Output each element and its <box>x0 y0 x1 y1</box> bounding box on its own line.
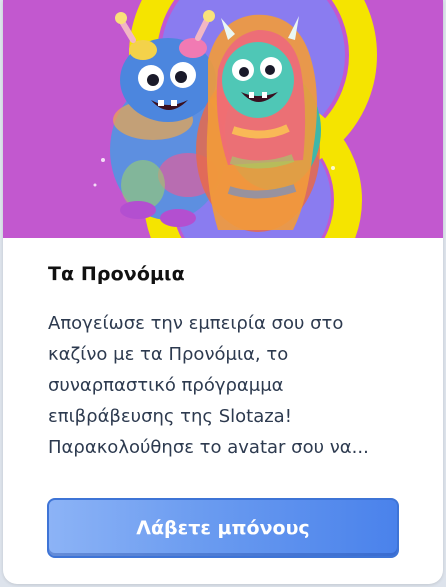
card-title: Τα Προνόμια <box>48 263 185 285</box>
get-bonus-button[interactable]: Λάβετε μπόνους <box>47 498 399 558</box>
hero-image <box>3 0 443 238</box>
description-line: καζίνο με τα Προνόμια, το <box>48 344 289 365</box>
description-line: Απογείωσε την εμπειρία σου στο <box>48 313 344 334</box>
monsters-illustration-icon <box>3 0 443 238</box>
description-line: συναρπαστικό πρόγραμμα <box>48 375 284 396</box>
description-line: Παρακολούθησε το avatar σου να... <box>48 437 369 458</box>
description-line: επιβράβευσης της Slotaza! <box>48 406 292 427</box>
promo-card[interactable]: Τα Προνόμια Απογείωσε την εμπειρία σου σ… <box>3 0 443 584</box>
card-description: Απογείωσε την εμπειρία σου στο καζίνο με… <box>48 308 408 463</box>
card-content: Τα Προνόμια Απογείωσε την εμπειρία σου σ… <box>3 263 443 463</box>
